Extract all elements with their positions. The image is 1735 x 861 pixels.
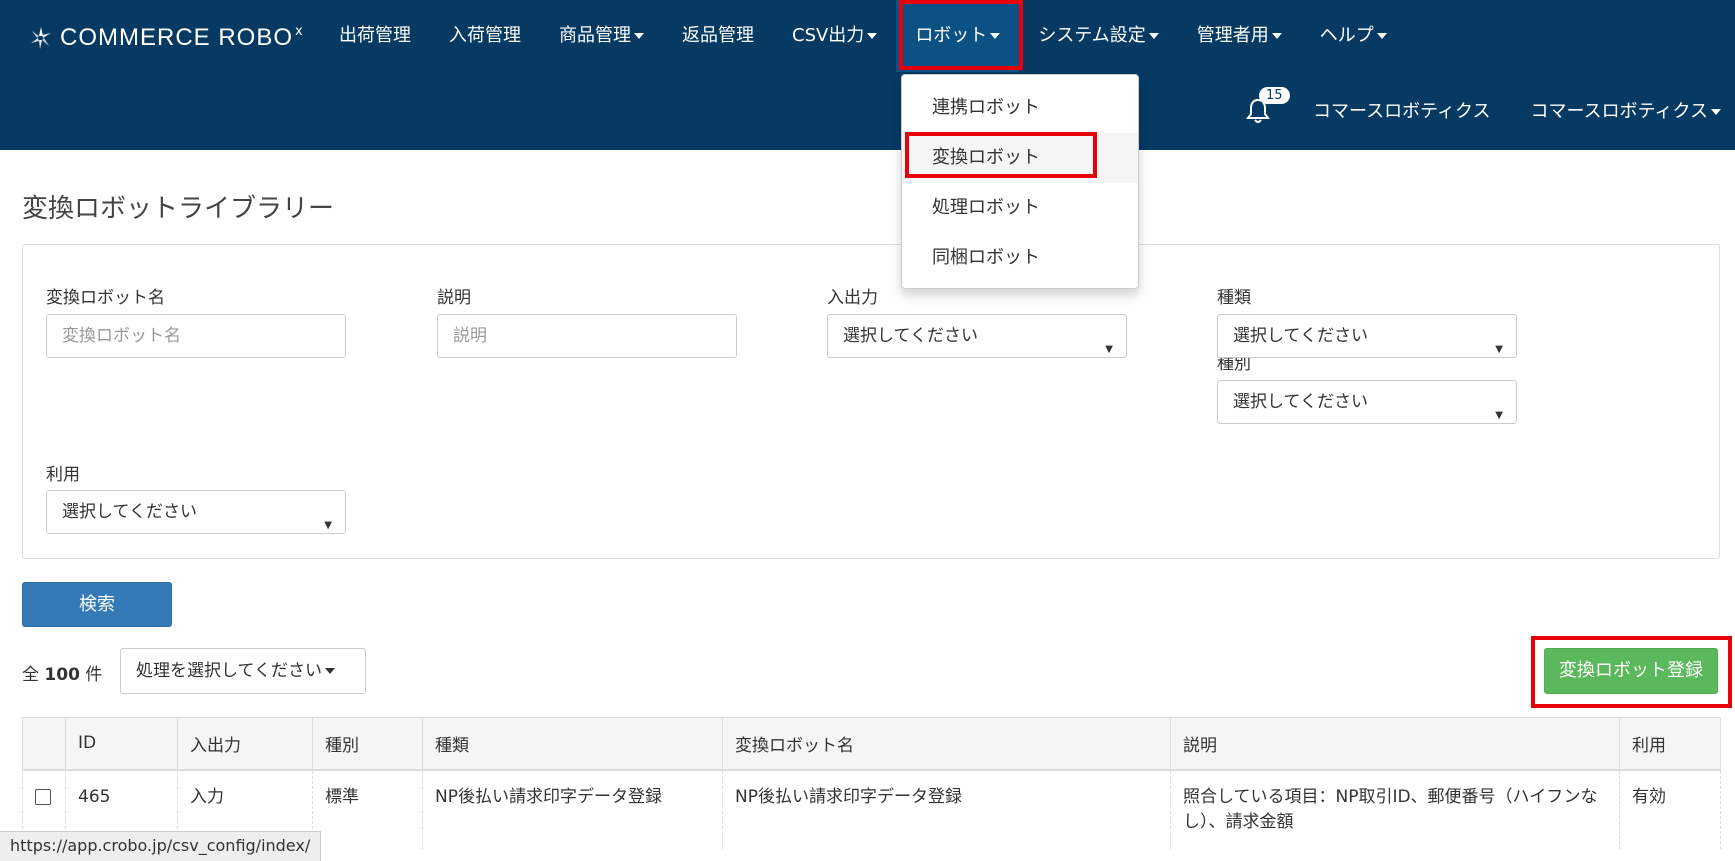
cell-robot-name[interactable]: NP後払い請求印字データ登録: [722, 769, 1171, 849]
search-panel: 変換ロボット名 説明 入出力 選択してください▼ 種類 選択してください▼ 種別…: [22, 244, 1720, 559]
select-value: 選択してください: [843, 326, 978, 346]
caret-down-icon: [634, 33, 644, 39]
kind-label: 種類: [1217, 288, 1251, 308]
nav-item-products[interactable]: 商品管理: [540, 0, 663, 72]
dropdown-triangle-icon: ▼: [1495, 344, 1503, 355]
nav-item-returns[interactable]: 返品管理: [663, 0, 773, 72]
cell-description: 照合している項目：NP取引ID、郵便番号（ハイフンなし）、請求金額: [1170, 769, 1620, 849]
search-button[interactable]: 検索: [22, 582, 172, 627]
name-label: 変換ロボット名: [46, 288, 165, 308]
user-name: コマースロボティクス: [1530, 101, 1708, 122]
header-io[interactable]: 入出力: [177, 717, 313, 771]
caret-down-icon: [990, 33, 1001, 39]
nav-item-admin[interactable]: 管理者用: [1178, 0, 1301, 72]
logo-superscript: x: [295, 23, 303, 39]
header-category[interactable]: 種別: [312, 717, 423, 771]
nav-item-receiving[interactable]: 入荷管理: [430, 0, 540, 72]
logo-text: COMMERCE ROBO: [60, 24, 294, 51]
robot-name-input[interactable]: [46, 314, 346, 358]
nav-label: システム設定: [1038, 25, 1146, 46]
nav-item-help[interactable]: ヘルプ: [1301, 0, 1406, 72]
header-checkbox: [22, 717, 66, 771]
cell-usage: 有効: [1619, 769, 1721, 849]
cell-kind: NP後払い請求印字データ登録: [422, 769, 723, 849]
logo-mark-icon: [31, 27, 51, 49]
nav-item-shipping[interactable]: 出荷管理: [320, 0, 430, 72]
total-count: 全 100 件: [22, 660, 102, 685]
select-value: 選択してください: [1233, 326, 1368, 346]
menu-item-bundle-robot[interactable]: 同梱ロボット: [902, 233, 1138, 283]
dropdown-triangle-icon: ▼: [1105, 344, 1113, 355]
category-select[interactable]: 選択してください ▼: [1217, 380, 1517, 424]
nav-label: 出荷管理: [339, 25, 411, 46]
notification-button[interactable]: 15: [1245, 87, 1290, 125]
select-value: 選択してください: [1233, 392, 1368, 412]
total-prefix: 全: [22, 665, 39, 685]
nav-label: 管理者用: [1196, 25, 1269, 46]
header-usage[interactable]: 利用: [1619, 717, 1721, 771]
caret-down-icon: [867, 33, 878, 39]
nav-item-csv-export[interactable]: CSV出力: [773, 0, 896, 72]
dropdown-triangle-icon: ▼: [1495, 410, 1503, 421]
total-number: 100: [44, 665, 80, 685]
select-value: 選択してください: [62, 502, 197, 522]
header-kind[interactable]: 種類: [422, 717, 723, 771]
nav-label: CSV出力: [792, 25, 865, 46]
header-description[interactable]: 説明: [1170, 717, 1620, 771]
bulk-action-select[interactable]: 処理を選択してください: [120, 648, 366, 694]
io-label: 入出力: [827, 288, 878, 308]
total-suffix: 件: [85, 665, 103, 685]
bulk-action-label: 処理を選択してください: [136, 661, 322, 681]
row-checkbox[interactable]: [35, 788, 51, 805]
org-name[interactable]: コマースロボティクス: [1313, 97, 1490, 123]
nav-label: 入荷管理: [449, 25, 521, 46]
nav-label: 商品管理: [559, 25, 631, 46]
menu-item-processing-robot[interactable]: 処理ロボット: [902, 183, 1138, 233]
logo[interactable]: COMMERCE ROBO x: [28, 20, 303, 56]
main-nav: 出荷管理 入荷管理 商品管理 返品管理 CSV出力 ロボット システム設定 管理…: [320, 0, 1406, 72]
menu-item-integration-robot[interactable]: 連携ロボット: [902, 83, 1138, 133]
nav-label: ロボット: [915, 25, 988, 46]
caret-down-icon: [324, 668, 335, 674]
caret-down-icon: [1148, 33, 1159, 39]
description-input[interactable]: [437, 314, 737, 358]
register-robot-button[interactable]: 変換ロボット登録: [1544, 648, 1718, 694]
nav-label: 返品管理: [682, 25, 754, 46]
usage-label: 利用: [46, 465, 80, 485]
nav-item-robot[interactable]: ロボット: [896, 0, 1020, 72]
notification-count-badge: 15: [1259, 87, 1290, 104]
io-select[interactable]: 選択してください ▼: [827, 314, 1127, 358]
nav-item-system-settings[interactable]: システム設定: [1019, 0, 1177, 72]
menu-item-conversion-robot[interactable]: 変換ロボット: [902, 133, 1138, 183]
robot-dropdown-menu: 連携ロボット 変換ロボット 処理ロボット 同梱ロボット: [901, 74, 1139, 289]
kind-select[interactable]: 選択してください ▼: [1217, 314, 1517, 358]
page-title: 変換ロボットライブラリー: [22, 194, 335, 224]
description-label: 説明: [437, 288, 471, 308]
nav-label: ヘルプ: [1319, 25, 1374, 46]
usage-select[interactable]: 選択してください ▼: [46, 490, 346, 534]
user-menu[interactable]: コマースロボティクス: [1531, 97, 1721, 123]
robot-table: ID 入出力 種別 種類 変換ロボット名 説明 利用 465 入力 標準 NP後…: [22, 717, 1721, 849]
header-robot-name[interactable]: 変換ロボット名: [722, 717, 1171, 771]
dropdown-triangle-icon: ▼: [324, 520, 332, 531]
header-right: 15 コマースロボティクス コマースロボティクス: [1245, 87, 1735, 128]
cell-category: 標準: [312, 769, 423, 849]
caret-down-icon: [1376, 33, 1387, 39]
header-id[interactable]: ID: [65, 717, 178, 771]
top-header: COMMERCE ROBO x 出荷管理 入荷管理 商品管理 返品管理 CSV出…: [0, 0, 1735, 150]
status-bar-url: https://app.crobo.jp/csv_config/index/: [0, 831, 322, 861]
caret-down-icon: [1271, 33, 1282, 39]
table-header-row: ID 入出力 種別 種類 変換ロボット名 説明 利用: [22, 717, 1721, 771]
caret-down-icon: [1711, 109, 1721, 115]
